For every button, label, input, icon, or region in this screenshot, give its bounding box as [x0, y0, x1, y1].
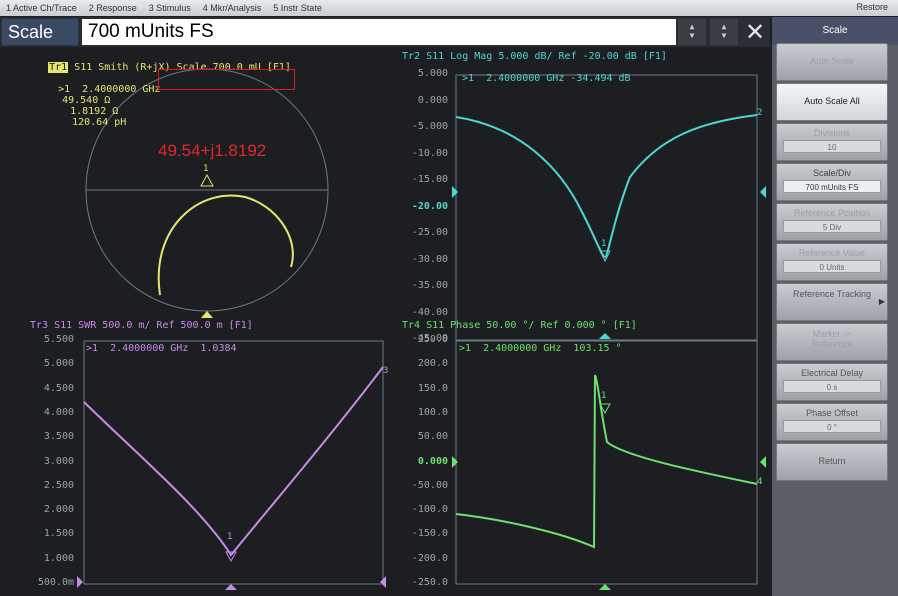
entry-bar: Scale 700 mUnits FS ▲ ▼ ▲ ▼ ✕	[0, 17, 770, 47]
menu-stimulus[interactable]: 3 Stimulus	[149, 3, 191, 13]
tr3-marker-readout: >1 2.4000000 GHz 1.0384	[86, 343, 237, 354]
tr2-tick-label: -10.00	[411, 147, 448, 159]
tr2-tick-label: -20.00	[411, 200, 448, 212]
tr1-marker-readout: >1 2.4000000 GHz 49.540 Ω 1.8192 Ω 120.6…	[34, 73, 166, 139]
tr2-tick-label: 5.000	[417, 68, 448, 79]
tr4-tick-label: -200.0	[411, 552, 448, 564]
tr2-tick-label: -30.00	[411, 253, 448, 265]
tr4-marker-readout: >1 2.4000000 GHz 103.15 °	[459, 343, 622, 354]
tr4-tick-label: -50.00	[411, 479, 448, 491]
tr3-tick-label: 2.500	[43, 479, 74, 491]
spin-up-down-small-icon[interactable]: ▲ ▼	[710, 19, 738, 45]
close-icon[interactable]: ✕	[742, 17, 768, 47]
tr4-tick-label: -150.0	[411, 528, 448, 540]
tr3-title[interactable]: Tr3 S11 SWR 500.0 m/ Ref 500.0 m [F1]	[30, 320, 253, 331]
tr4-end-label: 4	[757, 477, 763, 487]
tr1-marker-resistance: 49.540 Ω	[62, 95, 111, 106]
entry-label: Scale	[2, 19, 78, 45]
tr2-end-label: 2	[757, 108, 763, 118]
tr4-tick-label: -250.0	[411, 577, 448, 588]
marker-to-reference-button[interactable]: Marker -> Reference	[776, 323, 888, 361]
tr2-tick-label: -25.00	[411, 227, 448, 238]
tr2-marker-flag: 1	[601, 239, 607, 249]
auto-scale-all-button[interactable]: Auto Scale All	[776, 83, 888, 121]
tr3-tick-label: 1.000	[43, 552, 74, 564]
tr2-tick-label: -35.00	[411, 280, 448, 291]
tr3-tick-label: 2.000	[43, 504, 74, 516]
divisions-button[interactable]: Divisions 10	[776, 123, 888, 161]
spin-up-down-icon[interactable]: ▲ ▼	[678, 19, 706, 45]
softkey-title: Scale	[772, 17, 898, 45]
tr2-tick-label: -40.00	[411, 306, 448, 318]
tr4-marker-flag: 1	[601, 391, 607, 401]
tr1-marker-reactance: 1.8192 Ω	[70, 106, 119, 117]
tr3-tick-label: 5.000	[43, 358, 74, 370]
softkey-panel: Scale Auto Scale Auto Scale All Division…	[772, 17, 898, 596]
menu-mkr-analysis[interactable]: 4 Mkr/Analysis	[203, 3, 262, 13]
tr4-tick-label: 100.0	[417, 406, 448, 418]
tr3-marker-flag: 1	[227, 532, 233, 542]
menu-active-ch-trace[interactable]: 1 Active Ch/Trace	[6, 3, 77, 13]
tr2-title[interactable]: Tr2 S11 Log Mag 5.000 dB/ Ref -20.00 dB …	[402, 51, 667, 62]
tr3-tick-label: 5.500	[43, 334, 74, 345]
vna-screen: 1 Active Ch/Trace 2 Response 3 Stimulus …	[0, 0, 898, 596]
electrical-delay-button[interactable]: Electrical Delay 0 s	[776, 363, 888, 401]
scale-div-button[interactable]: Scale/Div 700 mUnits FS	[776, 163, 888, 201]
tr2-marker-readout: >1 2.4000000 GHz -34.494 dB	[462, 73, 631, 84]
reference-position-button[interactable]: Reference Position 5 Div	[776, 203, 888, 241]
tr1-marker-flag: 1	[203, 164, 209, 174]
reference-tracking-button[interactable]: Reference Tracking ▶	[776, 283, 888, 321]
return-button[interactable]: Return	[776, 443, 888, 481]
tr1-marker-prefix: >1 2.4000000 GHz	[58, 84, 167, 95]
auto-scale-button[interactable]: Auto Scale	[776, 43, 888, 81]
tr4-tick-label: 0.000	[417, 455, 448, 467]
tr3-tick-label: 4.000	[43, 406, 74, 418]
tr3-tick-label: 500.0m	[37, 577, 74, 588]
tr1-marker-inductance: 120.64 pH	[72, 117, 127, 128]
scale-entry-field[interactable]: 700 mUnits FS	[82, 19, 676, 45]
tr2-tick-label: 0.000	[417, 94, 448, 106]
menu-response[interactable]: 2 Response	[89, 3, 137, 13]
tr3-tick-label: 3.500	[43, 431, 74, 443]
tr3-tick-label: 3.000	[43, 455, 74, 467]
tr2-tick-label: -15.00	[411, 174, 448, 185]
tr3-tick-label: 4.500	[43, 382, 74, 394]
tr3-tick-label: 1.500	[43, 528, 74, 540]
submenu-arrow-icon: ▶	[878, 297, 885, 306]
phase-offset-button[interactable]: Phase Offset 0 °	[776, 403, 888, 441]
menu-instr-state[interactable]: 5 Instr State	[273, 3, 322, 13]
impedance-annotation: 49.54+j1.8192	[158, 141, 267, 160]
tr4-tick-label: -100.0	[411, 504, 448, 516]
tr4-tick-label: 50.00	[417, 431, 448, 443]
highlight-box	[158, 69, 295, 90]
tr1-active-tag[interactable]: Tr1	[48, 62, 69, 73]
restore-button[interactable]: Restore	[856, 2, 888, 12]
menu-bar: 1 Active Ch/Trace 2 Response 3 Stimulus …	[0, 0, 898, 16]
tr4-title[interactable]: Tr4 S11 Phase 50.00 °/ Ref 0.000 ° [F1]	[402, 320, 637, 331]
tr4-tick-label: 200.0	[417, 358, 448, 370]
tr4-tick-label: 150.0	[417, 382, 448, 394]
tr4-tick-label: 250.0	[417, 334, 448, 345]
reference-value-button[interactable]: Reference Value 0 Units	[776, 243, 888, 281]
tr2-tick-label: -5.000	[411, 121, 448, 132]
